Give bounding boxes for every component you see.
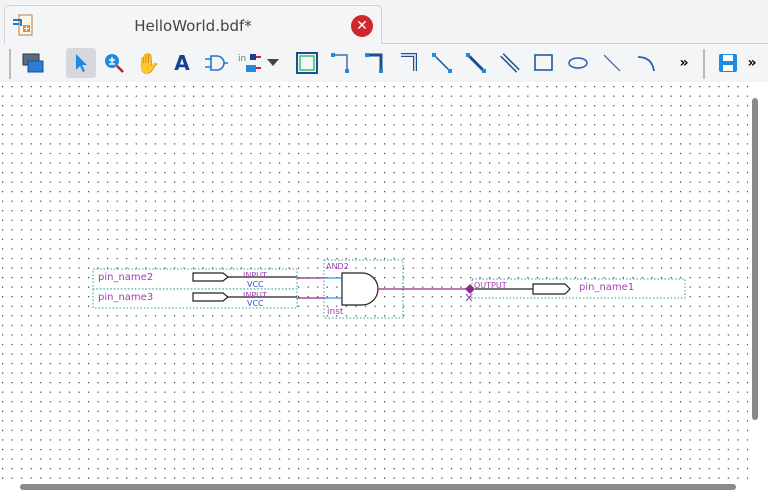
symbol-icon[interactable]	[201, 48, 231, 78]
window-icon[interactable]	[18, 48, 48, 78]
pin-name: pin_name3	[98, 292, 153, 303]
zoom-icon[interactable]	[99, 48, 129, 78]
text-icon[interactable]: A	[167, 48, 197, 78]
select-icon[interactable]	[66, 48, 96, 78]
gate-instance: inst	[327, 307, 344, 317]
vertical-scrollbar[interactable]	[748, 84, 764, 476]
pin-type: INPUT	[243, 271, 267, 280]
pin-default: VCC	[247, 280, 264, 289]
schematic-canvas[interactable]: pin_name2 INPUT VCC pin_name3 INPUT VCC …	[0, 82, 768, 497]
orthogonal-conduit-icon[interactable]	[394, 48, 424, 78]
vertical-scroll-thumb[interactable]	[752, 98, 758, 420]
pin-icon[interactable]: in	[235, 48, 265, 78]
gate-type: AND2	[326, 262, 349, 271]
pin-name: pin_name2	[98, 272, 153, 283]
arc-icon[interactable]	[631, 48, 661, 78]
node-icon[interactable]	[427, 48, 457, 78]
orthogonal-bus-icon[interactable]	[360, 48, 390, 78]
rectangle-icon[interactable]	[529, 48, 559, 78]
dropdown-icon[interactable]	[263, 48, 283, 78]
save-icon[interactable]	[713, 48, 743, 78]
tab-helloworld[interactable]: HelloWorld.bdf* ✕	[4, 5, 382, 45]
tab-title: HelloWorld.bdf*	[134, 17, 252, 35]
toolbar: ✋ A in » »	[0, 44, 768, 82]
toolbar-separator	[703, 49, 705, 79]
bus-icon[interactable]	[461, 48, 491, 78]
horizontal-scrollbar[interactable]	[0, 480, 748, 494]
close-icon[interactable]: ✕	[351, 15, 373, 37]
line-icon[interactable]	[597, 48, 627, 78]
orthogonal-node-icon[interactable]	[326, 48, 356, 78]
tab-bar: HelloWorld.bdf* ✕	[0, 0, 768, 45]
more-icon[interactable]: »	[742, 48, 762, 78]
pin-default: VCC	[247, 299, 264, 308]
hand-icon[interactable]: ✋	[133, 48, 163, 78]
more-icon[interactable]: »	[674, 48, 694, 78]
pin-name: pin_name1	[579, 282, 634, 293]
horizontal-scroll-thumb[interactable]	[20, 484, 736, 490]
input-pin-3[interactable]: pin_name3 INPUT VCC	[92, 288, 298, 309]
conduit-icon[interactable]	[495, 48, 525, 78]
output-pin[interactable]: OUTPUT pin_name1	[465, 278, 686, 302]
toolbar-grip[interactable]	[9, 49, 11, 79]
svg-text:in: in	[238, 54, 246, 64]
oval-icon[interactable]	[563, 48, 593, 78]
block-icon[interactable]	[292, 48, 322, 78]
input-pin-2[interactable]: pin_name2 INPUT VCC	[92, 268, 298, 290]
